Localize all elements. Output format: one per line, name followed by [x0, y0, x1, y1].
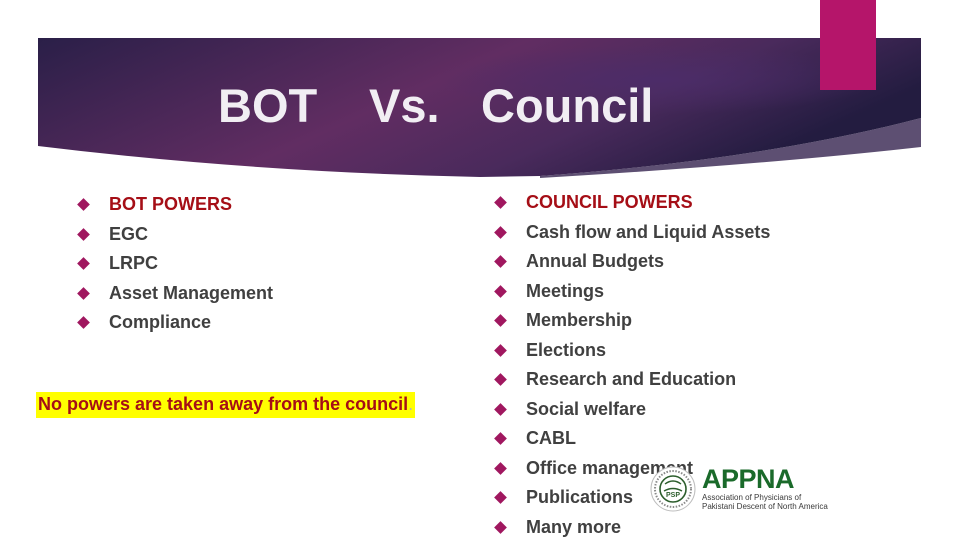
list-item-label: Annual Budgets	[526, 251, 664, 271]
list-item: Meetings	[493, 277, 770, 307]
list-item-label: Many more	[526, 517, 621, 537]
appna-seal-icon: PSP	[650, 466, 696, 512]
appna-logo: APPNA Association of Physicians of Pakis…	[702, 466, 828, 511]
list-item-label: Membership	[526, 310, 632, 330]
highlighted-note: No powers are taken away from the counci…	[36, 392, 415, 418]
diamond-bullet-icon	[494, 491, 507, 504]
title-council: Council	[481, 78, 653, 133]
list-item-label: Cash flow and Liquid Assets	[526, 222, 770, 242]
list-item: Many more	[493, 513, 770, 542]
diamond-bullet-icon	[494, 373, 507, 386]
list-item-label: BOT POWERS	[109, 194, 232, 214]
list-item-label: Asset Management	[109, 283, 273, 303]
diamond-bullet-icon	[494, 255, 507, 268]
svg-text:PSP: PSP	[666, 492, 680, 499]
diamond-bullet-icon	[494, 285, 507, 298]
diamond-bullet-icon	[494, 226, 507, 239]
slide-title: BOT Vs. Council	[0, 78, 960, 138]
list-item-label: Publications	[526, 487, 633, 507]
list-item: BOT POWERS	[76, 190, 273, 220]
note-text: No powers are taken away from the counci…	[38, 394, 408, 414]
list-item-label: LRPC	[109, 253, 158, 273]
diamond-bullet-icon	[77, 228, 90, 241]
list-item: CABL	[493, 424, 770, 454]
list-item-label: CABL	[526, 428, 576, 448]
list-item: LRPC	[76, 249, 273, 279]
diamond-bullet-icon	[494, 403, 507, 416]
logo-name: APPNA	[702, 466, 828, 493]
title-bot: BOT	[218, 78, 317, 133]
accent-bar	[820, 0, 876, 90]
list-item: EGC	[76, 220, 273, 250]
logo-subtitle-line1: Association of Physicians of	[702, 493, 828, 502]
list-item: Membership	[493, 306, 770, 336]
diamond-bullet-icon	[77, 257, 90, 270]
diamond-bullet-icon	[77, 287, 90, 300]
diamond-bullet-icon	[494, 344, 507, 357]
diamond-bullet-icon	[77, 316, 90, 329]
diamond-bullet-icon	[77, 198, 90, 211]
list-item: Research and Education	[493, 365, 770, 395]
list-item: Elections	[493, 336, 770, 366]
list-item: Compliance	[76, 308, 273, 338]
title-vs: Vs.	[369, 78, 440, 133]
list-item-label: Social welfare	[526, 399, 646, 419]
logo-subtitle-line2: Pakistani Descent of North America	[702, 502, 828, 511]
list-item: COUNCIL POWERS	[493, 188, 770, 218]
list-item: Social welfare	[493, 395, 770, 425]
list-item-label: COUNCIL POWERS	[526, 192, 693, 212]
diamond-bullet-icon	[494, 196, 507, 209]
list-item: Asset Management	[76, 279, 273, 309]
list-item-label: Compliance	[109, 312, 211, 332]
list-item-label: EGC	[109, 224, 148, 244]
list-item-label: Meetings	[526, 281, 604, 301]
diamond-bullet-icon	[494, 462, 507, 475]
list-item: Annual Budgets	[493, 247, 770, 277]
note-period: .	[408, 394, 413, 414]
diamond-bullet-icon	[494, 314, 507, 327]
diamond-bullet-icon	[494, 432, 507, 445]
list-item-label: Research and Education	[526, 369, 736, 389]
list-item-label: Elections	[526, 340, 606, 360]
bot-powers-list: BOT POWERS EGC LRPC Asset Management Com…	[76, 190, 273, 338]
diamond-bullet-icon	[494, 521, 507, 534]
list-item: Cash flow and Liquid Assets	[493, 218, 770, 248]
